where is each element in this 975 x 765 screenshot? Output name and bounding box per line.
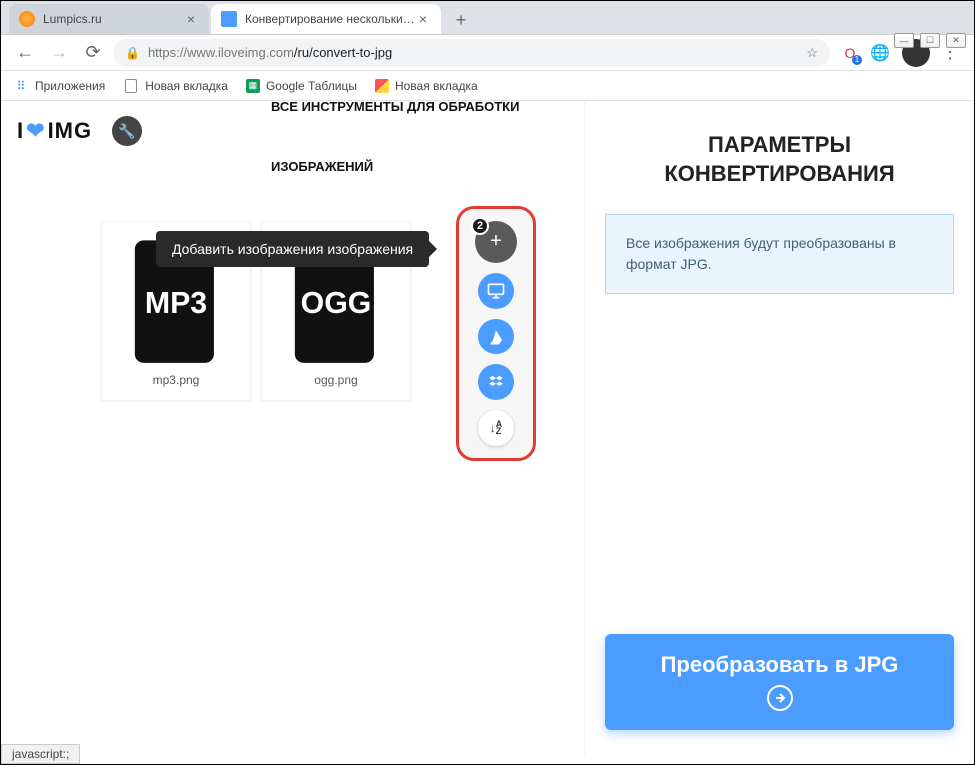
add-images-tooltip: Добавить изображения изображения: [156, 231, 429, 267]
reload-button[interactable]: ⟳: [79, 39, 107, 67]
url-host: www.iloveimg.com: [187, 45, 294, 60]
tab-title: Lumpics.ru: [43, 12, 102, 26]
sort-icon: ↓AZ: [490, 421, 503, 436]
browser-tabs: Lumpics.ru × Конвертирование нескольких …: [1, 1, 974, 35]
google-drive-icon: [487, 328, 505, 346]
bookmark-label: Новая вкладка: [145, 79, 228, 93]
files-pane: Добавить изображения изображения MP3 mp3…: [1, 101, 584, 754]
tab-lumpics[interactable]: Lumpics.ru ×: [9, 4, 209, 34]
title-line: КОНВЕРТИРОВАНИЯ: [605, 160, 954, 189]
extension-translate-icon[interactable]: 🌐: [870, 43, 890, 63]
window-maximize-button[interactable]: ☐: [920, 33, 940, 48]
file-count-badge: 2: [471, 217, 489, 235]
favicon-icon: [19, 11, 35, 27]
bookmark-apps[interactable]: ⠿ Приложения: [13, 78, 105, 94]
lock-icon: 🔒: [125, 46, 140, 60]
close-tab-icon[interactable]: ×: [415, 11, 431, 27]
bookmark-sheets[interactable]: ▦ Google Таблицы: [246, 79, 357, 93]
file-name: mp3.png: [153, 373, 200, 387]
monitor-icon: [486, 281, 506, 301]
tab-iloveimg[interactable]: Конвертирование нескольких ф ×: [211, 4, 441, 34]
close-tab-icon[interactable]: ×: [183, 11, 199, 27]
bookmark-star-icon[interactable]: ☆: [806, 45, 818, 61]
url-scheme: https://: [148, 45, 187, 60]
url-path: /ru/convert-to-jpg: [294, 45, 392, 60]
window-minimize-button[interactable]: —: [894, 33, 914, 48]
tab-title: Конвертирование нескольких ф: [245, 12, 415, 26]
add-files-button[interactable]: 2 +: [475, 221, 517, 263]
bookmarks-bar: ⠿ Приложения Новая вкладка ▦ Google Таблиц…: [1, 71, 974, 101]
favicon-icon: [221, 11, 237, 27]
params-pane: ПАРАМЕТРЫ КОНВЕРТИРОВАНИЯ Все изображени…: [584, 101, 974, 754]
params-title: ПАРАМЕТРЫ КОНВЕРТИРОВАНИЯ: [605, 131, 954, 188]
sort-az-button[interactable]: ↓AZ: [478, 410, 514, 446]
svg-text:OGG: OGG: [301, 287, 372, 320]
file-name: ogg.png: [314, 373, 357, 387]
yandex-icon: [375, 79, 389, 93]
file-icon: [123, 78, 139, 94]
address-bar-row: ← → ⟳ 🔒 https://www.iloveimg.com/ru/conv…: [1, 35, 974, 71]
extension-badge: 1: [852, 55, 862, 65]
page-content: I ❤ IMG 🔧 ВСЕ ИНСТРУМЕНТЫ ДЛЯ ОБРАБОТКИ …: [1, 101, 974, 754]
forward-button[interactable]: →: [45, 39, 73, 67]
upload-from-desktop-button[interactable]: [478, 273, 514, 309]
upload-from-drive-button[interactable]: [478, 319, 514, 355]
bookmark-label: Новая вкладка: [395, 79, 478, 93]
new-tab-button[interactable]: +: [447, 6, 475, 34]
window-close-button[interactable]: ✕: [946, 33, 966, 48]
url-input[interactable]: 🔒 https://www.iloveimg.com/ru/convert-to…: [113, 39, 830, 67]
back-button[interactable]: ←: [11, 39, 39, 67]
sheets-icon: ▦: [246, 79, 260, 93]
status-bar: javascript:;: [1, 744, 80, 764]
extension-opera-icon[interactable]: O1: [840, 43, 860, 63]
title-line: ПАРАМЕТРЫ: [605, 131, 954, 160]
info-message: Все изображения будут преобразованы в фо…: [605, 214, 954, 294]
bookmark-newtab2[interactable]: Новая вкладка: [375, 79, 478, 93]
bookmark-label: Google Таблицы: [266, 79, 357, 93]
bookmark-newtab[interactable]: Новая вкладка: [123, 78, 228, 94]
arrow-right-icon: [605, 684, 954, 712]
bookmark-label: Приложения: [35, 79, 105, 93]
apps-icon: ⠿: [13, 78, 29, 94]
plus-icon: +: [490, 230, 502, 253]
convert-button[interactable]: Преобразовать в JPG: [605, 634, 954, 730]
svg-text:MP3: MP3: [145, 287, 207, 320]
upload-actions-panel: 2 + ↓AZ: [456, 206, 536, 461]
dropbox-icon: [487, 373, 505, 391]
convert-label: Преобразовать в JPG: [661, 652, 899, 677]
upload-from-dropbox-button[interactable]: [478, 364, 514, 400]
